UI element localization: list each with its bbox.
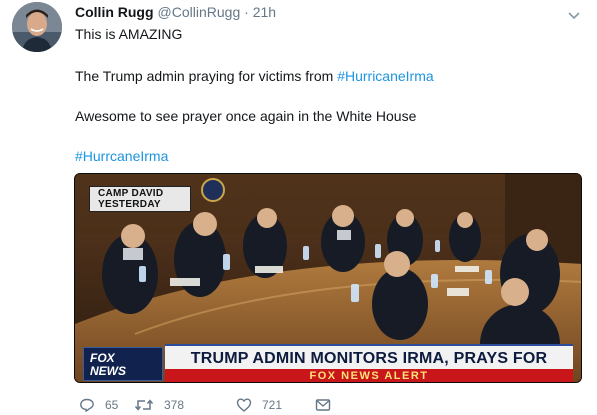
retweet-count: 378 — [164, 398, 185, 412]
tweet-header: Collin Rugg @CollinRugg · 21h — [75, 4, 557, 24]
hashtag-link[interactable]: #HurricaneIrma — [337, 68, 433, 84]
direct-message-icon — [315, 399, 331, 411]
reply-count: 65 — [105, 398, 119, 412]
like-button[interactable]: 721 — [236, 396, 282, 414]
timestamp[interactable]: 21h — [253, 4, 276, 20]
direct-message-button[interactable] — [315, 396, 331, 414]
retweet-button[interactable]: 378 — [134, 396, 184, 414]
fox-news-logo: FOX NEWS — [83, 347, 163, 381]
reply-icon — [80, 398, 94, 412]
avatar-image — [12, 2, 62, 52]
tweet-text-line-4: #HurrcaneIrma — [75, 148, 168, 164]
tweet-text-segment: The Trump admin praying for victims from — [75, 68, 338, 84]
caret-down-icon[interactable] — [567, 8, 581, 20]
tweet-media-image[interactable]: CAMP DAVID YESTERDAY FOX NEWS TRUMP ADMI… — [74, 173, 582, 383]
retweet-icon — [134, 399, 154, 411]
avatar[interactable] — [12, 2, 62, 52]
news-chyron: TRUMP ADMIN MONITORS IRMA, PRAYS FOR VIC… — [165, 344, 573, 382]
logo-line: NEWS — [90, 364, 126, 378]
hashtag-link[interactable]: #HurrcaneIrma — [75, 148, 168, 164]
tweet-text-line-3: Awesome to see prayer once again in the … — [75, 108, 417, 124]
tweet[interactable]: Collin Rugg @CollinRugg · 21h This is AMA… — [0, 0, 597, 415]
like-count: 721 — [262, 398, 283, 412]
separator-dot: · — [244, 4, 249, 20]
news-alert-bar: FOX NEWS ALERT — [165, 369, 573, 382]
camp-david-banner: CAMP DAVID YESTERDAY — [89, 186, 191, 212]
reply-button[interactable]: 65 — [79, 396, 118, 414]
banner-line: CAMP DAVID — [98, 188, 164, 199]
banner-line: YESTERDAY — [98, 199, 161, 210]
heart-icon — [236, 398, 252, 412]
display-name[interactable]: Collin Rugg — [75, 4, 154, 20]
tweet-text-line-1: This is AMAZING — [75, 26, 183, 42]
user-handle[interactable]: @CollinRugg — [158, 4, 241, 20]
tweet-text-line-2: The Trump admin praying for victims from… — [75, 68, 434, 84]
tweet-actions: 65 378 721 — [75, 396, 395, 414]
